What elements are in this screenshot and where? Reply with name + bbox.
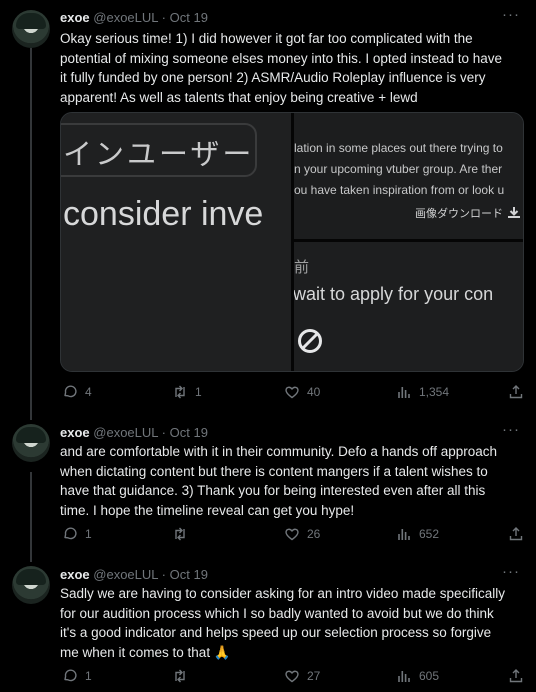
views-button[interactable]: 1,354 xyxy=(396,384,449,400)
tweet-text-line: have that guidance. 3) Thank you for bei… xyxy=(60,483,486,498)
reply-count: 4 xyxy=(85,385,92,399)
display-name[interactable]: exoe xyxy=(60,425,90,440)
display-name[interactable]: exoe xyxy=(60,10,90,25)
media-kanji: 前 xyxy=(294,259,310,276)
tweet[interactable]: exoe @exoeLUL · Oct 19 ··· Sadly we are … xyxy=(0,550,536,692)
reply-button[interactable]: 4 xyxy=(62,384,92,400)
views-icon xyxy=(398,529,410,540)
reply-icon xyxy=(64,385,77,398)
tweet-actions: 4 1 40 1,354 xyxy=(60,384,526,404)
reply-button[interactable]: 1 xyxy=(62,668,92,684)
tweet-text-line: for our audition process which I so badl… xyxy=(60,605,494,621)
media-download-label: 画像ダウンロード xyxy=(415,208,503,220)
reply-count: 1 xyxy=(85,669,92,683)
retweet-button[interactable] xyxy=(172,668,195,684)
tweet-text: and are comfortable with it in their com… xyxy=(60,442,526,520)
media-text-line: ou have taken inspiration from or look u xyxy=(294,183,505,197)
view-count: 1,354 xyxy=(419,385,450,399)
share-icon xyxy=(509,385,523,399)
share-icon xyxy=(509,527,523,541)
tweet[interactable]: exoe @exoeLUL · Oct 19 ··· and are comfo… xyxy=(0,408,536,548)
retweet-button[interactable]: 1 xyxy=(172,384,202,400)
share-button[interactable] xyxy=(508,526,524,542)
like-button[interactable]: 26 xyxy=(284,526,320,542)
media-text-line: lation in some places out there trying t… xyxy=(294,141,503,155)
tweet-text-line: it fully funded by one person! 2) ASMR/A… xyxy=(60,70,486,85)
timestamp[interactable]: Oct 19 xyxy=(170,567,208,582)
avatar[interactable] xyxy=(12,566,50,604)
media-download: 画像ダウンロード xyxy=(415,205,521,221)
handle[interactable]: @exoeLUL xyxy=(93,10,158,25)
tweet[interactable]: exoe @exoeLUL · Oct 19 ··· Okay serious … xyxy=(0,0,536,408)
like-count: 27 xyxy=(307,669,321,683)
reply-icon xyxy=(64,669,77,682)
tweet-text: Okay serious time! 1) I did however it g… xyxy=(60,29,526,107)
media-panel-top-right: lation in some places out there trying t… xyxy=(294,113,523,239)
reply-icon xyxy=(64,527,77,540)
heart-icon xyxy=(285,386,299,399)
heart-icon xyxy=(285,528,299,541)
tweet-text-line: potential of mixing someone elses money … xyxy=(60,50,503,66)
views-button[interactable]: 605 xyxy=(396,668,439,684)
media-panel-bottom-right: 前 wait to apply for your con xyxy=(294,242,523,371)
tweet-text: Sadly we are having to consider asking f… xyxy=(60,584,526,662)
tweet-header: exoe @exoeLUL · Oct 19 xyxy=(60,10,208,25)
prohibited-icon xyxy=(298,329,322,353)
reply-count: 1 xyxy=(85,527,92,541)
views-button[interactable]: 652 xyxy=(396,526,439,542)
media-panel-left: インユーザー consider inve xyxy=(61,113,291,371)
retweet-count: 1 xyxy=(195,385,202,399)
handle[interactable]: @exoeLUL xyxy=(93,425,158,440)
tweet-text-line: it's a good indicator and helps speed up… xyxy=(60,625,492,640)
media-jp-text: インユーザー xyxy=(63,139,255,171)
avatar[interactable] xyxy=(12,10,50,48)
share-icon xyxy=(509,669,523,683)
tweet-header: exoe @exoeLUL · Oct 19 xyxy=(60,567,208,582)
views-icon xyxy=(398,387,410,398)
tweet-text-line: and are comfortable with it in their com… xyxy=(60,444,497,459)
tweet-actions: 1 27 605 xyxy=(60,668,526,688)
avatar[interactable] xyxy=(12,424,50,462)
handle[interactable]: @exoeLUL xyxy=(93,567,158,582)
tweet-header: exoe @exoeLUL · Oct 19 xyxy=(60,425,208,440)
view-count: 652 xyxy=(419,527,440,541)
download-icon xyxy=(508,207,520,218)
media-text-line: n your upcoming vtuber group. Are ther xyxy=(294,162,503,176)
tweet-text-line: time. I hope the timeline reveal can get… xyxy=(60,502,355,518)
share-button[interactable] xyxy=(508,384,524,400)
tweet-text-line: Sadly we are having to consider asking f… xyxy=(60,586,505,601)
tweet-text-line: Okay serious time! 1) I did however it g… xyxy=(60,31,473,46)
tweet-text-line: when dictating content but there is cont… xyxy=(60,463,488,479)
timestamp[interactable]: Oct 19 xyxy=(170,10,208,25)
timestamp[interactable]: Oct 19 xyxy=(170,425,208,440)
reply-button[interactable]: 1 xyxy=(62,526,92,542)
like-count: 26 xyxy=(307,527,321,541)
retweet-button[interactable] xyxy=(172,526,195,542)
retweet-icon xyxy=(175,385,185,399)
retweet-icon xyxy=(175,527,185,541)
media-bottom-text: wait to apply for your con xyxy=(294,284,494,304)
tweet-media-image[interactable]: インユーザー consider inve lation in some plac… xyxy=(60,112,524,372)
media-left-text: consider inve xyxy=(63,195,264,233)
more-options-icon[interactable]: ··· xyxy=(502,421,520,438)
tweet-actions: 1 26 652 xyxy=(60,526,526,546)
separator: · xyxy=(161,425,166,440)
tweet-text-line: apparent! As well as talents that enjoy … xyxy=(60,89,418,105)
tweet-text-line: me when it comes to that 🙏 xyxy=(60,644,231,660)
like-count: 40 xyxy=(307,385,321,399)
views-icon xyxy=(398,671,410,682)
like-button[interactable]: 27 xyxy=(284,668,320,684)
heart-icon xyxy=(285,670,299,683)
separator: · xyxy=(161,567,166,582)
display-name[interactable]: exoe xyxy=(60,567,90,582)
more-options-icon[interactable]: ··· xyxy=(502,6,520,23)
more-options-icon[interactable]: ··· xyxy=(502,563,520,580)
separator: · xyxy=(161,10,166,25)
view-count: 605 xyxy=(419,669,440,683)
retweet-icon xyxy=(175,669,185,683)
share-button[interactable] xyxy=(508,668,524,684)
like-button[interactable]: 40 xyxy=(284,384,320,400)
